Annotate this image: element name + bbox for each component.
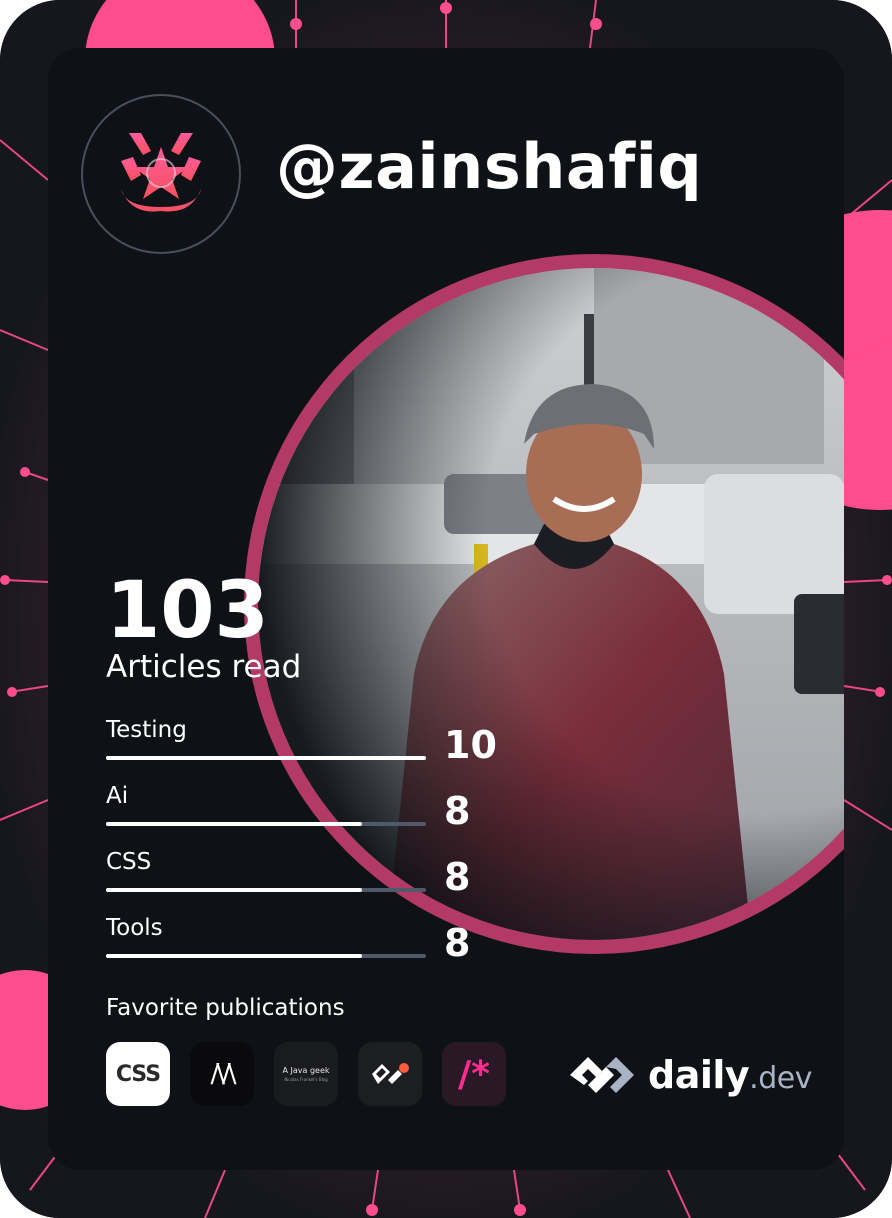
tag-row: CSS 8 (106, 849, 506, 910)
medium-icon: /\/\ (190, 1042, 254, 1106)
publication-logo-text: CSS (115, 1061, 161, 1087)
daily-dev-icon (358, 1042, 422, 1106)
tag-progress-fill (106, 822, 362, 826)
articles-read-count: 103 (106, 566, 269, 656)
css-tricks-icon: CSS (106, 1042, 170, 1106)
publication-logo-text: /\/\ (210, 1059, 236, 1089)
tag-count: 10 (444, 723, 497, 767)
tag-row: Ai 8 (106, 783, 506, 844)
tag-row: Tools 8 (106, 915, 506, 976)
tag-progress-track (106, 756, 426, 760)
reputation-avatar (81, 94, 241, 254)
brand-name: daily.dev (648, 1053, 812, 1097)
publication-logo-text: A Java geek (282, 1066, 330, 1075)
daily-dev-logo: daily.dev (566, 1048, 812, 1102)
tag-name: Tools (106, 915, 163, 941)
daily-dev-brand-icon (570, 1057, 634, 1093)
star-badge-icon (121, 133, 201, 212)
tag-name: Ai (106, 783, 129, 809)
username: @zainshafiq (276, 130, 703, 203)
publication-logo-subtext: Nicolas Frankel's Blog (284, 1077, 328, 1082)
tag-progress-track (106, 888, 426, 892)
tag-count: 8 (444, 855, 471, 899)
tag-progress-fill (106, 756, 426, 760)
tag-count: 8 (444, 789, 471, 833)
publication-logo-text: /* (458, 1053, 490, 1095)
tag-progress-fill (106, 954, 362, 958)
a-java-geek-icon: A Java geek Nicolas Frankel's Blog (274, 1042, 338, 1106)
tag-name: CSS (106, 849, 152, 875)
tag-count: 8 (444, 921, 471, 965)
asterisk-icon: /* (442, 1042, 506, 1106)
tag-progress-fill (106, 888, 362, 892)
tag-progress-track (106, 822, 426, 826)
tag-progress-track (106, 954, 426, 958)
card-panel: @zainshafiq 103 Articles read Testing 10… (48, 48, 844, 1170)
devcard: @zainshafiq 103 Articles read Testing 10… (0, 0, 892, 1218)
articles-read-label: Articles read (106, 649, 302, 685)
tag-name: Testing (106, 717, 187, 743)
favorite-publications-label: Favorite publications (106, 995, 345, 1021)
tag-row: Testing 10 (106, 717, 506, 778)
